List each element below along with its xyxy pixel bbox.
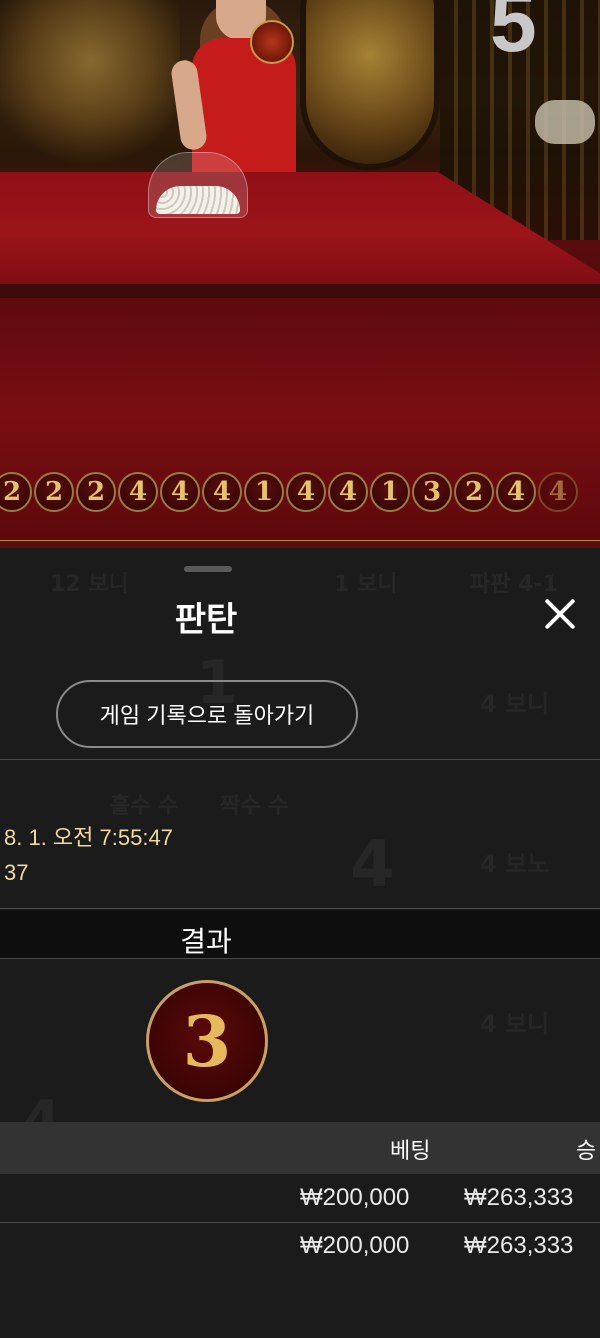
round-id: 37 (4, 860, 29, 885)
results-history-strip: 2 2 2 4 4 4 1 4 4 1 3 2 4 4 (0, 472, 578, 520)
history-result: 4 (286, 472, 326, 512)
sheet-drag-handle[interactable] (184, 566, 232, 572)
divider (0, 908, 600, 909)
dealer-bowl (250, 20, 294, 64)
back-to-history-button[interactable]: 게임 기록으로 돌아가기 (56, 680, 358, 748)
ghost-board-number: 4 (350, 828, 395, 902)
history-result: 2 (34, 472, 74, 512)
history-result: 2 (454, 472, 494, 512)
history-result: 3 (412, 472, 452, 512)
table-row: ₩200,000 ₩263,333 (0, 1224, 600, 1270)
history-result: 1 (244, 472, 284, 512)
table-row: ₩200,000 ₩263,333 (0, 1176, 600, 1222)
history-result: 2 (76, 472, 116, 512)
divider (0, 759, 600, 760)
history-result: 1 (370, 472, 410, 512)
history-result: 4 (538, 472, 578, 512)
close-icon[interactable] (538, 592, 582, 636)
gaming-table-edge (0, 284, 600, 298)
round-datetime: 8. 1. 오전 7:55:47 (4, 825, 173, 850)
ghost-board-label: 4 보니 (480, 1010, 550, 1038)
bead-pile (156, 186, 240, 214)
game-history-sheet: 1 4 4 4 보니 4 보노 4 보니 홀수 수 짝수 수 1 보니 파판 4… (0, 548, 600, 1338)
background-decor-left (0, 0, 180, 180)
result-label: 결과 (180, 925, 232, 958)
bet-column-header: 베팅 (390, 1139, 431, 1164)
history-result: 2 (0, 472, 32, 512)
ghost-board-label: 홀수 수 (110, 794, 179, 819)
win-column-header: 승 (576, 1139, 597, 1164)
win-amount: ₩263,333 (464, 1184, 574, 1211)
sheet-title: 판탄 (174, 600, 238, 640)
history-result: 4 (118, 472, 158, 512)
bet-amount: ₩200,000 (300, 1232, 410, 1259)
round-number: 5 (490, 0, 537, 69)
live-video-feed: 5 2 2 2 4 4 4 1 4 4 1 3 2 4 4 (0, 0, 600, 548)
history-result: 4 (202, 472, 242, 512)
divider (0, 958, 600, 959)
ghost-board-label: 짝수 수 (220, 794, 289, 819)
betting-board-edge (0, 540, 600, 548)
history-result: 4 (328, 472, 368, 512)
history-result: 4 (496, 472, 536, 512)
bet-table-header (0, 1122, 600, 1174)
history-result: 4 (160, 472, 200, 512)
ghost-board-label: 4 보노 (480, 850, 550, 878)
ghost-board-label: 4 보니 (480, 690, 550, 718)
dragon-statue (535, 100, 595, 144)
win-amount: ₩263,333 (464, 1232, 574, 1259)
background-moon-gate (300, 0, 440, 170)
result-ball: 3 (146, 980, 268, 1102)
bet-amount: ₩200,000 (300, 1184, 410, 1211)
divider (0, 1222, 600, 1223)
